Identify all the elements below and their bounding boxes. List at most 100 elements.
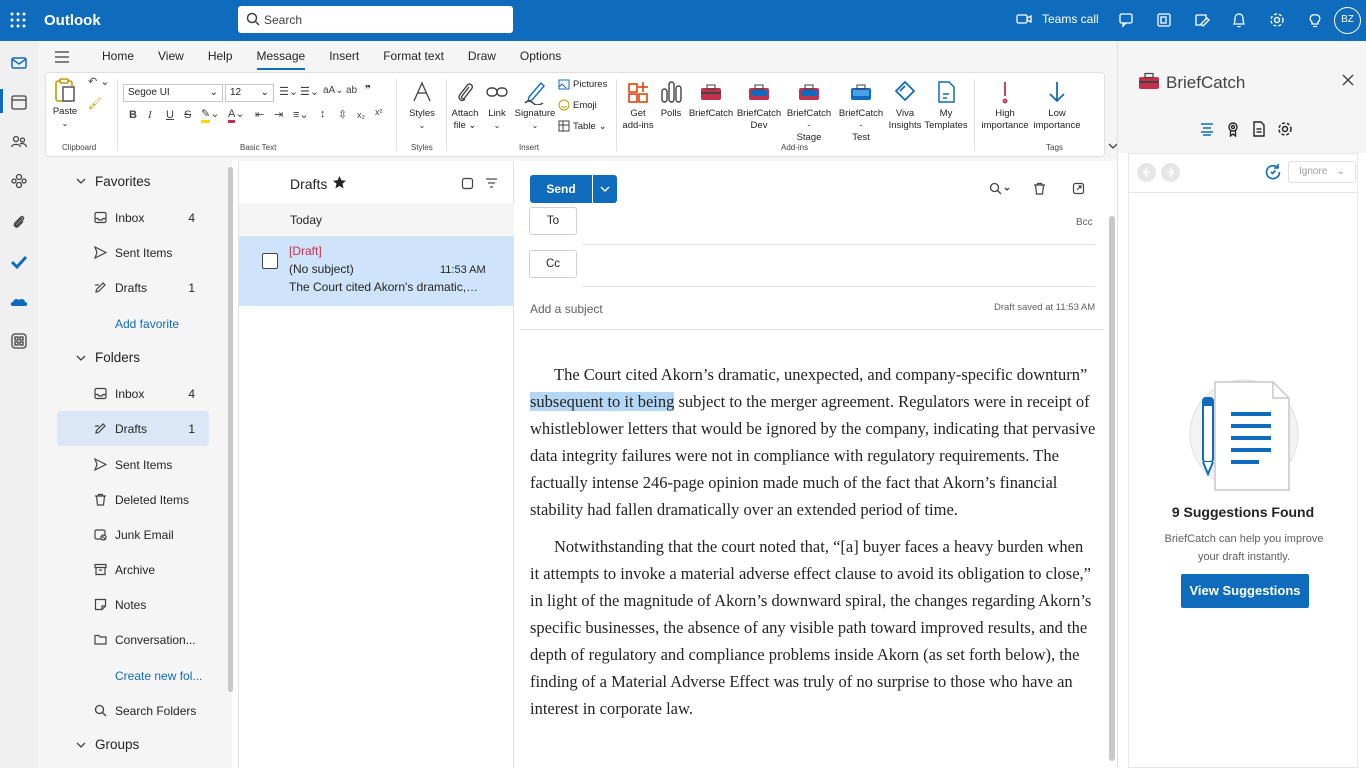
undo-icon[interactable]: ↶ ⌄	[88, 75, 110, 88]
highlight-text-icon[interactable]: ab	[346, 85, 357, 96]
folder-pane-scrollbar[interactable]	[228, 167, 233, 692]
app-title[interactable]: Outlook	[44, 12, 101, 29]
format-painter-icon[interactable]: 🖌	[88, 97, 102, 110]
high-importance-button[interactable]: High importance	[979, 79, 1031, 132]
groups-icon[interactable]	[9, 171, 29, 191]
chevron-down-icon[interactable]	[75, 354, 87, 362]
groups-header[interactable]: Groups	[95, 737, 139, 752]
refresh-icon[interactable]	[1263, 162, 1283, 182]
subject-input[interactable]: Add a subject	[530, 302, 603, 316]
folder-junk-email[interactable]: Junk Email	[57, 517, 209, 552]
app-launcher-icon[interactable]	[10, 12, 26, 28]
folder-deleted-items[interactable]: Deleted Items	[57, 482, 209, 517]
briefcatch-stage-button[interactable]: BriefCatch - Stage	[784, 79, 834, 144]
folder-sent-items[interactable]: Sent Items	[57, 447, 209, 482]
send-button[interactable]: Send	[530, 175, 592, 203]
italic-icon[interactable]: I	[148, 109, 152, 121]
chevron-down-icon[interactable]	[75, 177, 87, 185]
office-icon[interactable]	[1155, 11, 1173, 29]
tab-insert[interactable]: Insert	[317, 48, 371, 70]
align-icon[interactable]: ≡⌄	[293, 108, 309, 121]
favorite-star-icon[interactable]	[332, 175, 347, 190]
to-button[interactable]: To	[529, 207, 577, 235]
change-case-icon[interactable]: aA⌄	[323, 85, 344, 96]
favorite-inbox[interactable]: Inbox 4	[57, 200, 209, 235]
low-importance-button[interactable]: Low importance	[1031, 79, 1083, 132]
discard-trash-icon[interactable]	[1033, 182, 1046, 195]
message-row[interactable]: [Draft] (No subject) 11:53 AM The Court …	[239, 236, 514, 306]
chevron-down-icon[interactable]	[75, 741, 87, 749]
search-box[interactable]: Search	[238, 6, 513, 33]
underline-icon[interactable]: U	[166, 109, 174, 121]
superscript-icon[interactable]: x²	[375, 107, 383, 117]
mail-icon[interactable]	[9, 53, 29, 73]
my-templates-button[interactable]: My Templates	[924, 79, 968, 132]
highlight-color-icon[interactable]: ✎⌄	[201, 107, 219, 123]
bullets-icon[interactable]: ☰⌄	[279, 85, 298, 98]
get-addins-button[interactable]: Get add-ins	[619, 79, 657, 132]
compose-scrollbar[interactable]	[1109, 216, 1115, 761]
pictures-button[interactable]: Pictures	[558, 79, 607, 90]
zoom-icon[interactable]	[989, 182, 1011, 196]
attach-file-button[interactable]: Attach file ⌄	[449, 79, 481, 132]
numbering-icon[interactable]: ☰⌄	[300, 85, 319, 98]
font-name-select[interactable]: Segoe UI ⌄	[123, 84, 223, 102]
favorite-sent-items[interactable]: Sent Items	[57, 235, 209, 270]
calendar-icon[interactable]	[9, 92, 29, 112]
emoji-button[interactable]: Emoji	[558, 99, 597, 111]
favorites-header[interactable]: Favorites	[95, 174, 151, 189]
create-new-folder-link[interactable]: Create new fol...	[115, 669, 202, 683]
quote-icon[interactable]: ❞	[365, 83, 371, 96]
attachment-icon[interactable]	[9, 212, 29, 232]
pop-out-icon[interactable]	[1072, 182, 1085, 195]
briefcatch-dev-button[interactable]: BriefCatch Dev	[736, 79, 782, 132]
cc-button[interactable]: Cc	[529, 250, 577, 278]
close-icon[interactable]	[1342, 74, 1354, 86]
table-button[interactable]: Table ⌄	[558, 120, 607, 132]
tab-draw[interactable]: Draw	[456, 48, 508, 70]
award-ribbon-icon[interactable]	[1225, 121, 1241, 137]
folders-header[interactable]: Folders	[95, 350, 140, 365]
signature-button[interactable]: Signature ⌄	[513, 79, 557, 132]
briefcatch-button[interactable]: BriefCatch	[688, 79, 734, 120]
font-size-select[interactable]: 12 ⌄	[225, 84, 274, 102]
decrease-indent-icon[interactable]: ⇤	[255, 108, 264, 121]
font-color-icon[interactable]: A⌄	[228, 107, 245, 123]
folder-notes[interactable]: Notes	[57, 587, 209, 622]
bell-icon[interactable]	[1230, 11, 1248, 29]
note-edit-icon[interactable]	[1193, 11, 1211, 29]
gear-icon[interactable]	[1277, 121, 1293, 137]
tab-options[interactable]: Options	[508, 48, 573, 70]
hamburger-menu-icon[interactable]	[54, 50, 70, 64]
bcc-link[interactable]: Bcc	[1076, 217, 1093, 228]
viva-insights-button[interactable]: Viva Insights	[887, 79, 923, 132]
tab-format-text[interactable]: Format text	[371, 48, 456, 70]
strikethrough-icon[interactable]: S	[184, 109, 191, 121]
message-checkbox[interactable]	[262, 253, 278, 269]
subscript-icon[interactable]: x₂	[357, 110, 365, 120]
list-lines-icon[interactable]	[1199, 121, 1215, 137]
tab-view[interactable]: View	[146, 48, 196, 70]
chat-icon[interactable]	[1118, 11, 1136, 29]
bold-icon[interactable]: B	[129, 109, 137, 121]
briefcatch-test-button[interactable]: BriefCatch - Test	[836, 79, 886, 144]
view-suggestions-button[interactable]: View Suggestions	[1181, 574, 1309, 608]
ignore-dropdown[interactable]: Ignore ⌄	[1288, 161, 1356, 183]
search-folders[interactable]: Search Folders	[57, 693, 209, 728]
link-button[interactable]: Link ⌄	[483, 79, 511, 132]
tab-help[interactable]: Help	[196, 48, 245, 70]
folder-conversation-history[interactable]: Conversation...	[57, 622, 209, 657]
folder-drafts[interactable]: Drafts 1	[57, 411, 209, 446]
avatar[interactable]: BZ	[1334, 7, 1361, 34]
polls-button[interactable]: Polls	[656, 79, 686, 120]
paragraph-spacing-icon[interactable]: ⇳	[338, 108, 347, 121]
next-arrow-icon[interactable]	[1161, 163, 1180, 182]
tab-message[interactable]: Message	[245, 48, 318, 70]
todo-icon[interactable]	[9, 252, 29, 272]
line-spacing-icon[interactable]: ↕	[320, 108, 326, 120]
message-body-editor[interactable]: The Court cited Akorn’s dramatic, unexpe…	[530, 361, 1096, 722]
add-favorite-link[interactable]: Add favorite	[115, 317, 179, 331]
select-mode-icon[interactable]	[461, 177, 474, 190]
favorite-drafts[interactable]: Drafts 1	[57, 270, 209, 305]
more-apps-icon[interactable]	[9, 331, 29, 351]
